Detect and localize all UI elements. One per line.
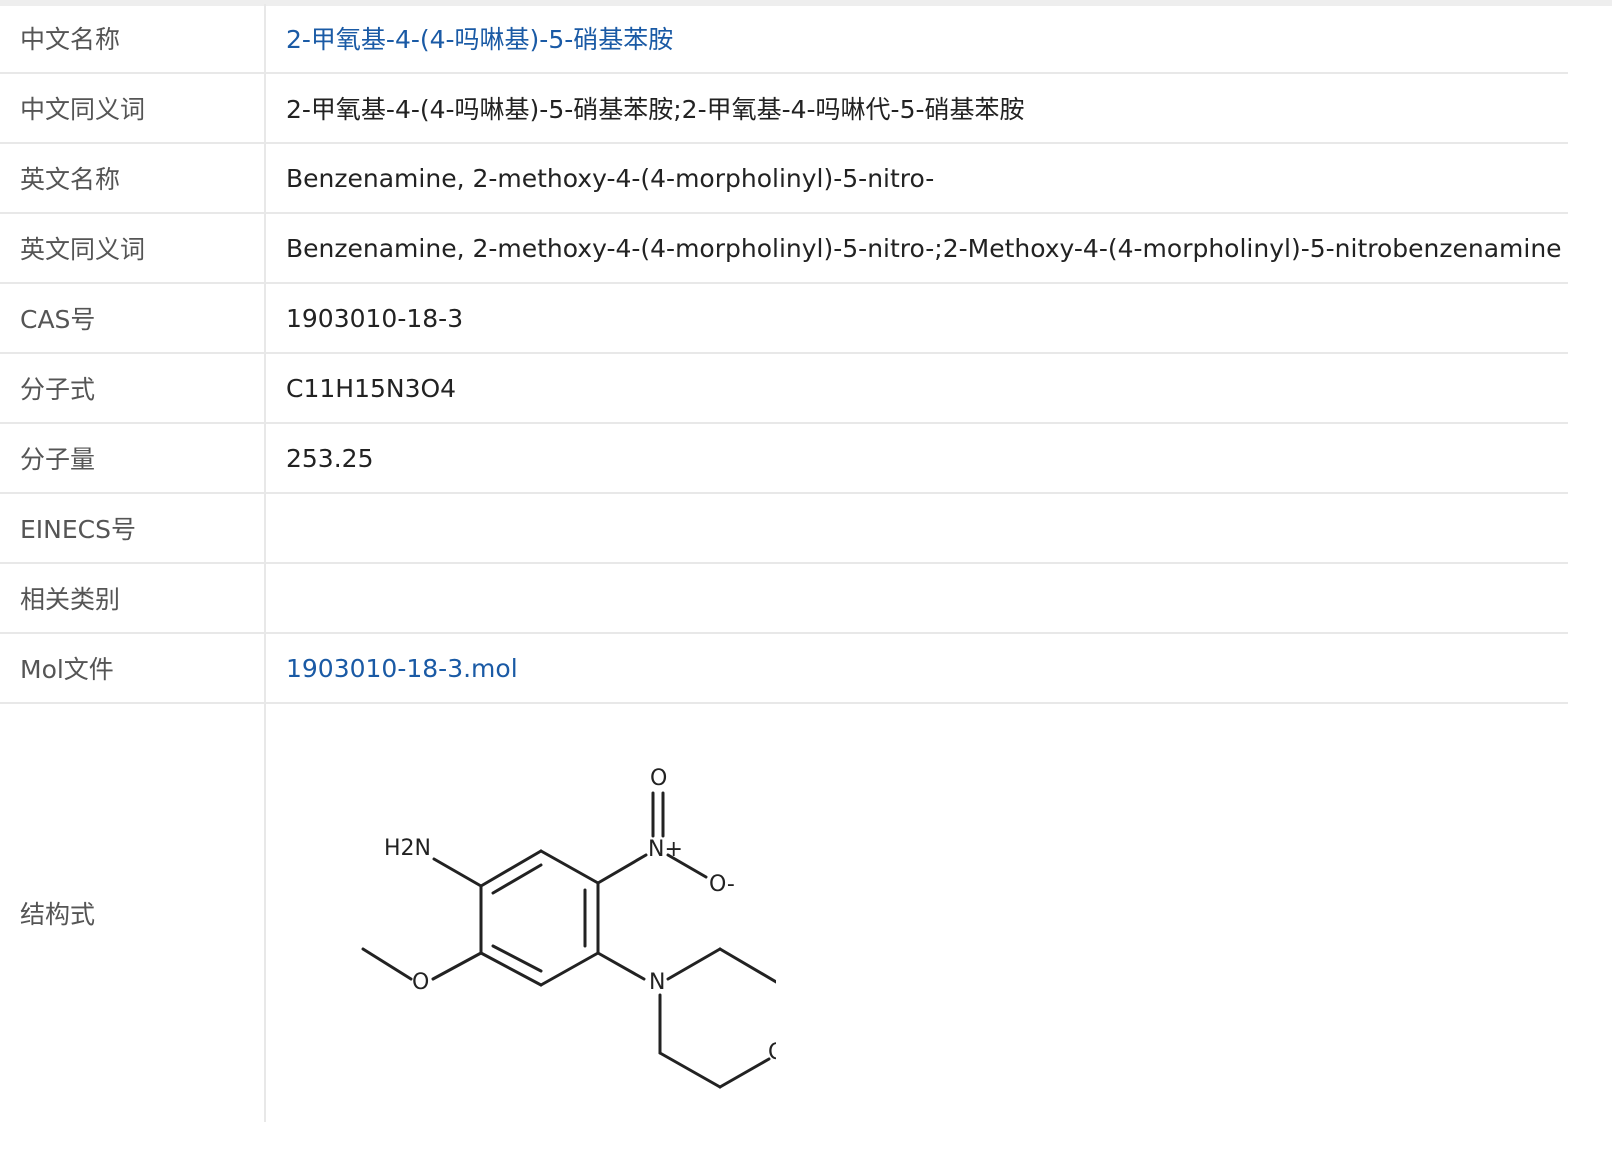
morpholine-o-label: O [768, 1040, 776, 1065]
row-mol-file: Mol文件 1903010-18-3.mol [0, 633, 1568, 704]
row-label: CAS号 [0, 283, 266, 354]
row-value: 1903010-18-3 [265, 283, 1568, 354]
row-structure: 结构式 H2N N+ O O- O N [0, 703, 1568, 1122]
row-value: Benzenamine, 2-methoxy-4-(4-morpholinyl)… [265, 213, 1568, 284]
row-chinese-name: 中文名称 2-甲氧基-4-(4-吗啉基)-5-硝基苯胺 [0, 4, 1568, 74]
row-label: 中文名称 [0, 4, 266, 74]
row-label: 英文名称 [0, 143, 266, 214]
row-value: 2-甲氧基-4-(4-吗啉基)-5-硝基苯胺;2-甲氧基-4-吗啉代-5-硝基苯… [265, 73, 1568, 144]
row-label: 英文同义词 [0, 213, 266, 284]
row-label: EINECS号 [0, 493, 266, 564]
amine-label: H2N [384, 836, 431, 861]
row-label: 分子量 [0, 423, 266, 494]
row-molecular-weight: 分子量 253.25 [0, 423, 1568, 494]
row-value [265, 493, 1568, 564]
structure-image: H2N N+ O O- O N O [361, 766, 776, 1089]
row-chinese-synonyms: 中文同义词 2-甲氧基-4-(4-吗啉基)-5-硝基苯胺;2-甲氧基-4-吗啉代… [0, 73, 1568, 144]
row-value: 1903010-18-3.mol [265, 633, 1568, 704]
row-related-category: 相关类别 [0, 563, 1568, 634]
row-label: 分子式 [0, 353, 266, 424]
morpholine-n-label: N [649, 970, 665, 995]
row-english-name: 英文名称 Benzenamine, 2-methoxy-4-(4-morphol… [0, 143, 1568, 214]
row-molecular-formula: 分子式 C11H15N3O4 [0, 353, 1568, 424]
row-cas-number: CAS号 1903010-18-3 [0, 283, 1568, 354]
row-einecs: EINECS号 [0, 493, 1568, 564]
mol-file-link[interactable]: 1903010-18-3.mol [286, 654, 518, 683]
row-label: 相关类别 [0, 563, 266, 634]
nitro-o-top-label: O [650, 766, 667, 791]
row-value: 2-甲氧基-4-(4-吗啉基)-5-硝基苯胺 [265, 4, 1568, 74]
row-value [265, 563, 1568, 634]
row-label: 中文同义词 [0, 73, 266, 144]
nitro-n-label: N+ [648, 837, 683, 862]
row-value: Benzenamine, 2-methoxy-4-(4-morpholinyl)… [265, 143, 1568, 214]
row-value: H2N N+ O O- O N O [265, 703, 1568, 1122]
methoxy-o-label: O [412, 970, 429, 995]
nitro-o-minus-label: O- [709, 872, 735, 897]
row-label: 结构式 [0, 703, 266, 1122]
row-value: C11H15N3O4 [265, 353, 1568, 424]
row-english-synonyms: 英文同义词 Benzenamine, 2-methoxy-4-(4-morpho… [0, 213, 1568, 284]
row-label: Mol文件 [0, 633, 266, 704]
chinese-name-link[interactable]: 2-甲氧基-4-(4-吗啉基)-5-硝基苯胺 [286, 25, 673, 54]
row-value: 253.25 [265, 423, 1568, 494]
product-info-table: 中文名称 2-甲氧基-4-(4-吗啉基)-5-硝基苯胺 中文同义词 2-甲氧基-… [0, 4, 1568, 1122]
